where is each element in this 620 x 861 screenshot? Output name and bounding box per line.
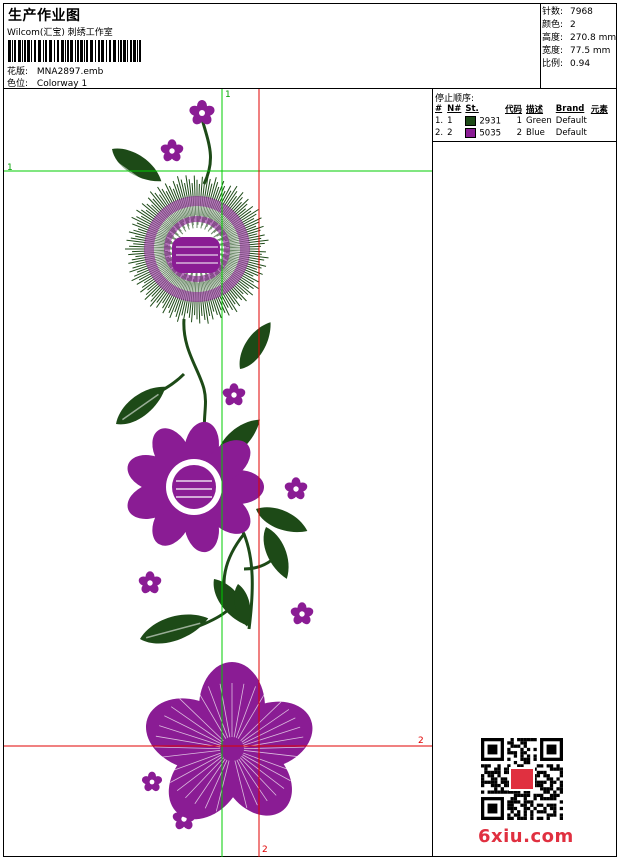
col-code: 代码 bbox=[505, 105, 523, 115]
guide-label-green-top: 1 bbox=[225, 90, 231, 100]
stop-sequence-table: # N# St. 代码 描述 Brand 元素 1. 1 2931 1 Gree… bbox=[434, 103, 611, 139]
embroidery-design-canvas: 1 1 2 2 bbox=[4, 89, 433, 857]
col-n: N# bbox=[447, 104, 462, 114]
guide-label-red-right: 2 bbox=[418, 736, 424, 746]
barcode bbox=[8, 40, 141, 62]
stat-stitches: 针数: 7968 bbox=[542, 7, 593, 17]
col-num: # bbox=[435, 104, 443, 114]
header-info: 生产作业图 Wilcom(汇宝) 刺绣工作室 花版: MNA2897.emb 色… bbox=[4, 4, 541, 89]
col-desc: 描述 bbox=[526, 105, 544, 115]
stat-scale: 比例: 0.94 bbox=[542, 59, 591, 69]
table-row: 1. 1 2931 1 Green Default bbox=[435, 115, 587, 127]
large-bottom-flower bbox=[145, 662, 313, 820]
col-element: 元素 bbox=[590, 105, 608, 115]
qr-code bbox=[478, 738, 566, 820]
stat-colors: 颜色: 2 bbox=[542, 20, 576, 30]
table-row: 2. 2 5035 2 Blue Default bbox=[435, 127, 587, 139]
col-brand: Brand bbox=[555, 104, 585, 114]
production-sheet: 生产作业图 Wilcom(汇宝) 刺绣工作室 花版: MNA2897.emb 色… bbox=[3, 3, 617, 857]
guide-label-red-bottom: 2 bbox=[262, 845, 268, 855]
site-logo: 6xiu.com bbox=[478, 826, 574, 847]
stop-sequence-title: 停止顺序: bbox=[435, 94, 475, 104]
design-stats: 针数: 7968 颜色: 2 高度: 270.8 mm 宽度: 77.5 mm 比例: 0… bbox=[540, 4, 616, 88]
sheet-title: 生产作业图 bbox=[8, 8, 81, 24]
stat-height: 高度: 270.8 mm bbox=[542, 33, 617, 43]
qr-seal-icon bbox=[511, 769, 533, 789]
stop-sequence-panel: 停止顺序: # N# St. 代码 描述 Brand 元素 1. 1 2931 … bbox=[432, 89, 616, 142]
col-st: St. bbox=[465, 104, 479, 114]
guide-label-green-left: 1 bbox=[7, 163, 13, 173]
color-swatch-green bbox=[465, 115, 477, 126]
stat-width: 宽度: 77.5 mm bbox=[542, 46, 611, 56]
studio-name: Wilcom(汇宝) 刺绣工作室 bbox=[7, 28, 113, 38]
color-swatch-purple bbox=[465, 127, 477, 138]
table-header-row: # N# St. 代码 描述 Brand 元素 bbox=[434, 103, 611, 115]
stop-panel-divider bbox=[432, 141, 616, 142]
embroidery-artwork bbox=[4, 89, 432, 857]
